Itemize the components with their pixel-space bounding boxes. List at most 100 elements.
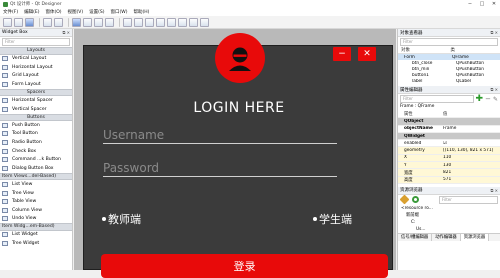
layout-horizontal-icon[interactable] — [123, 18, 132, 27]
property-row[interactable]: QObject — [398, 118, 500, 125]
teacher-radio[interactable]: 教师端 — [102, 211, 141, 227]
object-inspector-title: 对象查看器 ⧉ ✕ — [398, 29, 500, 37]
dock-tab[interactable]: 信号/槽编辑器 — [398, 234, 432, 241]
widget-item[interactable]: Vertical Layout — [0, 55, 72, 64]
widget-box-title-label: Widget Box — [2, 30, 28, 35]
widget-item[interactable]: Tree View — [0, 189, 72, 198]
layout-splitter-h-icon[interactable] — [145, 18, 154, 27]
login-form-frame[interactable]: − ✕ LOGIN HERE Username Password 教师端 学生端… — [83, 45, 393, 270]
resource-tree-item[interactable]: 新前缀 — [398, 212, 500, 219]
adjust-size-icon[interactable] — [200, 18, 209, 27]
widget-category-header[interactable]: Item Views...del-Based) — [0, 173, 72, 181]
dock-tab[interactable]: 资源浏览器 — [461, 234, 489, 241]
widget-item[interactable]: Tree Widget — [0, 239, 72, 248]
edit-buddies-icon[interactable] — [94, 18, 103, 27]
property-row[interactable]: 高度571 — [398, 177, 500, 184]
widget-item[interactable]: Radio Button — [0, 138, 72, 147]
break-layout-icon[interactable] — [189, 18, 198, 27]
object-tree-row[interactable]: btn_closeQPushButton — [398, 60, 500, 66]
menu-item[interactable]: 帮助(H) — [133, 9, 149, 15]
property-row[interactable]: geometry[(110, 130), 821 x 571] — [398, 147, 500, 154]
property-row[interactable]: QWidget — [398, 133, 500, 140]
widget-box-panel: Widget Box ⧉ ✕ Filter LayoutsVertical La… — [0, 29, 73, 270]
property-row[interactable]: 宽度821 — [398, 169, 500, 176]
configure-icon[interactable]: ✎ — [493, 96, 498, 103]
menu-item[interactable]: 设置(S) — [89, 9, 104, 15]
edit-signals-slots-icon[interactable] — [83, 18, 92, 27]
student-radio[interactable]: 学生端 — [313, 211, 352, 227]
widget-item[interactable]: Push Button — [0, 121, 72, 130]
layout-vertical-icon[interactable] — [134, 18, 143, 27]
open-form-icon[interactable] — [14, 18, 23, 27]
widget-item[interactable]: Tool Button — [0, 130, 72, 139]
menu-item[interactable]: 窗口(W) — [111, 9, 128, 15]
resource-tree-item[interactable]: Us... — [398, 226, 500, 233]
widget-item[interactable]: Column View — [0, 206, 72, 215]
widget-item[interactable]: Table View — [0, 197, 72, 206]
widget-item[interactable]: Undo View — [0, 215, 72, 224]
widget-item[interactable]: List View — [0, 180, 72, 189]
new-form-icon[interactable] — [3, 18, 12, 27]
widget-category-header[interactable]: Buttons — [0, 114, 72, 122]
login-button[interactable]: 登录 — [101, 254, 388, 278]
object-filter-input[interactable]: Filter — [400, 38, 498, 46]
form-minimize-button[interactable]: − — [333, 47, 351, 61]
dock-tab[interactable]: 动作编辑器 — [432, 234, 460, 241]
object-tree-row[interactable]: FormQFrame — [398, 54, 500, 60]
widget-item[interactable]: Horizontal Spacer — [0, 96, 72, 105]
close-window-icon[interactable]: ✕ — [488, 0, 500, 8]
panel-float-close-icon[interactable]: ⧉ ✕ — [63, 30, 70, 35]
widget-item[interactable]: List Widget — [0, 231, 72, 240]
menu-item[interactable]: 窗体(O) — [45, 9, 61, 15]
object-tree-row[interactable]: button1QPushButton — [398, 72, 500, 78]
minimize-window-icon[interactable]: − — [464, 0, 476, 8]
password-input[interactable]: Password — [103, 157, 337, 177]
edit-tab-order-icon[interactable] — [105, 18, 114, 27]
add-dynamic-property-icon[interactable]: ✚ — [476, 94, 484, 104]
widget-item[interactable]: Command ...k Button — [0, 155, 72, 164]
save-form-icon[interactable] — [25, 18, 34, 27]
panel-float-close-icon[interactable]: ⧉ ✕ — [491, 30, 498, 35]
widget-item[interactable]: Form Layout — [0, 80, 72, 89]
property-row[interactable]: enabled☑ — [398, 140, 500, 147]
edit-resources-icon[interactable] — [400, 195, 410, 205]
undo-icon[interactable] — [43, 18, 52, 27]
widget-item[interactable]: Horizontal Layout — [0, 63, 72, 72]
widget-category-header[interactable]: Spacers — [0, 89, 72, 97]
username-input[interactable]: Username — [103, 124, 337, 144]
menu-item[interactable]: 文件(F) — [3, 9, 18, 15]
widget-category-header[interactable]: Layouts — [0, 47, 72, 55]
property-row[interactable]: X110 — [398, 155, 500, 162]
panel-float-close-icon[interactable]: ⧉ ✕ — [491, 188, 498, 193]
property-filter-input[interactable]: Filter — [400, 95, 474, 103]
maximize-window-icon[interactable]: □ — [476, 0, 488, 8]
widget-item[interactable]: Vertical Spacer — [0, 105, 72, 114]
property-key: Y — [398, 163, 443, 168]
menu-item[interactable]: 视图(V) — [68, 9, 84, 15]
panel-float-close-icon[interactable]: ⧉ ✕ — [491, 87, 498, 92]
resource-tree-item[interactable]: <resource ro... — [398, 205, 500, 212]
widget-item[interactable]: Grid Layout — [0, 72, 72, 81]
widget-type-icon — [2, 157, 8, 162]
property-row[interactable]: objectNameFrame — [398, 126, 500, 133]
layout-form-icon[interactable] — [178, 18, 187, 27]
reload-icon[interactable] — [412, 196, 419, 203]
resource-filter-input[interactable]: Filter — [439, 196, 498, 204]
widget-category-header[interactable]: Item Widg...em-Based) — [0, 223, 72, 231]
object-tree-row[interactable]: labelQLabel — [398, 78, 500, 84]
layout-splitter-v-icon[interactable] — [156, 18, 165, 27]
remove-property-icon[interactable]: − — [485, 95, 491, 103]
widget-box-filter-input[interactable]: Filter — [2, 38, 70, 46]
redo-icon[interactable] — [54, 18, 63, 27]
menu-item[interactable]: 编辑(E) — [24, 9, 39, 15]
main-toolbar — [0, 16, 500, 29]
widget-item[interactable]: Dialog Button Box — [0, 164, 72, 173]
object-tree-row[interactable]: btn_minQPushButton — [398, 66, 500, 72]
resource-tree-item[interactable]: C: — [398, 219, 500, 226]
layout-grid-icon[interactable] — [167, 18, 176, 27]
form-close-button[interactable]: ✕ — [358, 47, 376, 61]
user-icon — [215, 33, 265, 83]
property-row[interactable]: Y130 — [398, 162, 500, 169]
edit-widgets-icon[interactable] — [72, 18, 81, 27]
widget-item[interactable]: Check Box — [0, 147, 72, 156]
